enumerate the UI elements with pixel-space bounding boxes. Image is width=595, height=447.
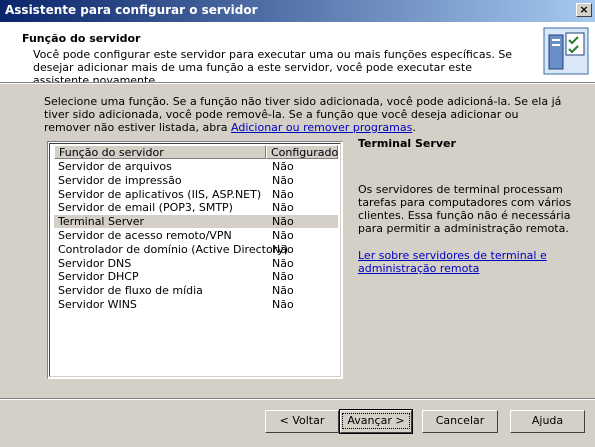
configured-cell: Não [272,256,294,270]
wizard-header: Função do servidor Você pode configurar … [0,22,595,87]
table-row[interactable]: Servidor de acesso remoto/VPN Não [54,229,338,242]
table-row[interactable]: Controlador de domínio (Active Directory… [54,243,338,256]
role-name-cell: Terminal Server [58,215,145,229]
role-name-cell: Servidor DNS [58,256,132,270]
next-button[interactable]: Avançar > [339,409,413,434]
role-detail-description: Os servidores de terminal processam tare… [358,183,572,235]
configured-cell: Não [272,298,294,311]
role-detail-title: Terminal Server [358,137,456,150]
cancel-label: Cancelar [435,414,485,427]
window-title: Assistente para configurar o servidor [5,3,258,17]
terminal-server-info-link[interactable]: Ler sobre servidores de terminal e admin… [358,249,558,275]
next-label: Avançar > [342,413,410,429]
role-name-cell: Servidor de arquivos [58,160,172,173]
close-button[interactable]: × [576,3,592,17]
server-checklist-icon [543,27,589,75]
page-title: Função do servidor [22,32,141,45]
table-row[interactable]: Servidor DNS Não [54,257,338,270]
instructions: Selecione uma função. Se a função não ti… [44,95,564,134]
list-frame: Função do servidor Configurado Servidor … [49,143,341,377]
configured-cell: Não [272,201,294,215]
configured-cell: Não [272,229,294,242]
title-bar: Assistente para configurar o servidor × [0,0,595,22]
header-separator [0,82,595,84]
role-name-cell: Servidor DHCP [58,270,139,284]
role-name-cell: Servidor de fluxo de mídia [58,284,203,298]
column-header-configured[interactable]: Configurado [266,145,338,159]
table-row[interactable]: Terminal Server Não [54,215,338,229]
configured-cell: Não [272,284,294,298]
table-row[interactable]: Servidor DHCP Não [54,270,338,283]
configured-cell: Não [272,242,294,256]
configured-cell: Não [272,160,294,173]
role-name-cell: Servidor de acesso remoto/VPN [58,229,232,242]
configured-cell: Não [272,215,294,229]
table-row[interactable]: Servidor de aplicativos (IIS, ASP.NET) Nã… [54,188,338,201]
role-name-cell: Servidor de aplicativos (IIS, ASP.NET) [58,187,262,201]
help-button[interactable]: Ajuda [510,410,585,433]
role-name-cell: Servidor WINS [58,298,137,311]
role-name-cell: Servidor de email (POP3, SMTP) [58,201,233,215]
table-row[interactable]: Servidor WINS Não [54,298,338,311]
configured-cell: Não [272,173,294,187]
table-row[interactable]: Servidor de email (POP3, SMTP) Não [54,201,338,214]
table-row[interactable]: Servidor de fluxo de mídia Não [54,284,338,297]
back-label: < Voltar [279,414,325,427]
wizard-window: Assistente para configurar o servidor × … [0,0,595,447]
table-row[interactable]: Servidor de arquivos Não [54,160,338,173]
instructions-end: . [412,121,416,134]
configured-cell: Não [272,270,294,284]
column-header-role[interactable]: Função do servidor [54,145,266,159]
configured-cell: Não [272,187,294,201]
footer-separator [0,398,595,400]
server-role-list[interactable]: Função do servidor Configurado Servidor … [47,141,343,379]
back-button[interactable]: < Voltar [265,410,339,433]
add-remove-programs-link[interactable]: Adicionar ou remover programas [231,121,412,134]
table-row[interactable]: Servidor de impressão Não [54,174,338,187]
role-name-cell: Servidor de impressão [58,173,182,187]
cancel-button[interactable]: Cancelar [422,410,498,433]
role-name-cell: Controlador de domínio (Active Directory… [58,242,289,256]
help-label: Ajuda [531,414,564,427]
